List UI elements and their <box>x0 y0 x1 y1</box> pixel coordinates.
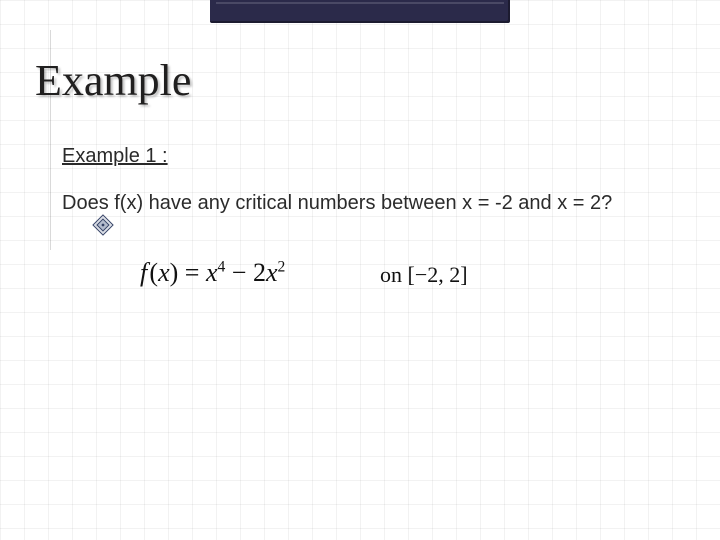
interval: [−2, 2] <box>408 262 468 287</box>
slide-title: Example <box>35 55 191 106</box>
formula-domain: on [−2, 2] <box>380 262 468 288</box>
example-heading: Example 1 : <box>62 145 168 168</box>
formula: f (x) = x4 − 2x2 <box>140 258 285 288</box>
question-block: Does f(x) have any critical numbers betw… <box>62 190 680 217</box>
domain-prefix: on <box>380 262 402 287</box>
question-text: Does f(x) have any critical numbers betw… <box>62 190 680 217</box>
compass-bullet-icon <box>92 214 114 236</box>
title-bar-decor <box>210 0 510 23</box>
